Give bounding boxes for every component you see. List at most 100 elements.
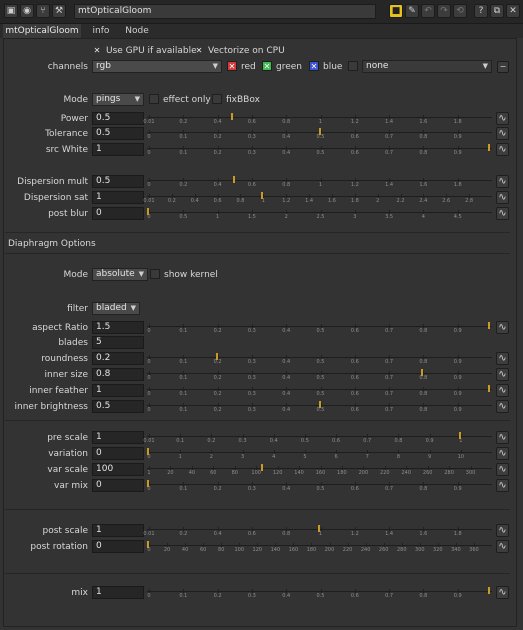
animation-curve-icon[interactable]: ∿	[496, 463, 509, 476]
dot-icon[interactable]: ◉	[20, 4, 34, 18]
inner-brightness-slider[interactable]: 0 0.1 0.2 0.3 0.4 0.5 0.6 0.7 0.8 0.9	[147, 400, 492, 413]
var-mix-input[interactable]: 0	[92, 479, 144, 492]
inner-size-slider[interactable]: 0 0.1 0.2 0.3 0.4 0.5 0.6 0.7 0.8 0.9	[147, 368, 492, 381]
post-rotation-input[interactable]: 0	[92, 540, 144, 553]
animation-curve-icon[interactable]: ∿	[496, 207, 509, 220]
green-checkbox[interactable]: ✕	[262, 61, 272, 71]
animation-curve-icon[interactable]: ∿	[496, 127, 509, 140]
slider-knob[interactable]	[147, 480, 149, 487]
tab-info[interactable]: info	[86, 24, 116, 38]
var-scale-input[interactable]: 100	[92, 463, 144, 476]
animation-curve-icon[interactable]: ∿	[496, 191, 509, 204]
mix-slider[interactable]: 0 0.1 0.2 0.3 0.4 0.5 0.6 0.7 0.8 0.9	[147, 586, 492, 599]
power-input[interactable]: 0.5	[92, 112, 144, 125]
slider-knob[interactable]	[421, 369, 424, 376]
dispersion-sat-slider[interactable]: 0.01 0.2 0.4 0.6 0.8 1 1.2 1.4 1.6 1.8 2 2.2 2.4 2.6 2…	[143, 191, 492, 204]
post-blur-slider[interactable]: 0 0.5 1 1.5 2 2.5 3 3.5 4 4.5	[147, 207, 492, 220]
dispersion-mult-slider[interactable]: 0 0.2 0.4 0.6 0.8 1 1.2 1.4 1.6 1.8	[147, 175, 492, 188]
variation-input[interactable]: 0	[92, 447, 144, 460]
src-white-input[interactable]: 1	[92, 143, 144, 156]
animation-curve-icon[interactable]: ∿	[496, 143, 509, 156]
post-rotation-slider[interactable]: 0 20 40 60 80 100 120 140 160 180 200 220 240 260 280 3…	[147, 540, 492, 553]
pre-scale-slider[interactable]: 0.01 0.1 0.2 0.3 0.4 0.5 0.6 0.7 0.8 0.9 1	[143, 431, 492, 444]
slider-knob[interactable]	[215, 353, 218, 360]
revert-icon[interactable]: ⟲	[453, 4, 467, 18]
slider-knob[interactable]	[147, 208, 149, 215]
animation-curve-icon[interactable]: ∿	[496, 447, 509, 460]
slider-knob[interactable]	[231, 113, 234, 120]
slider-knob[interactable]	[488, 587, 490, 594]
inner-brightness-input[interactable]: 0.5	[92, 400, 144, 413]
pencil-icon[interactable]: ✎	[405, 4, 419, 18]
inner-feather-slider[interactable]: 0 0.1 0.2 0.3 0.4 0.5 0.6 0.7 0.8 0.9	[147, 384, 492, 397]
blades-input[interactable]: 5	[92, 336, 144, 349]
animation-curve-icon[interactable]: ∿	[496, 479, 509, 492]
float-icon[interactable]: ⧉	[490, 4, 504, 18]
help-icon[interactable]: ?	[474, 4, 488, 18]
slider-knob[interactable]	[147, 541, 149, 548]
var-mix-slider[interactable]: 0 0.1 0.2 0.3 0.4 0.5 0.6 0.7 0.8 0.9	[147, 479, 492, 492]
mask-checkbox[interactable]	[348, 61, 358, 71]
slider-knob[interactable]	[260, 192, 263, 199]
animation-curve-icon[interactable]: ∿	[496, 524, 509, 537]
mix-input[interactable]: 1	[92, 586, 144, 599]
filter-dropdown[interactable]: bladed ▼	[92, 302, 140, 315]
tolerance-slider[interactable]: 0 0.1 0.2 0.3 0.4 0.5 0.6 0.7 0.8 0.9	[147, 127, 492, 140]
slider-knob[interactable]	[318, 128, 321, 135]
inner-feather-input[interactable]: 1	[92, 384, 144, 397]
slider-knob[interactable]	[232, 176, 235, 183]
slider-knob[interactable]	[488, 385, 490, 392]
roundness-input[interactable]: 0.2	[92, 352, 144, 365]
pre-scale-input[interactable]: 1	[92, 431, 144, 444]
slider-knob[interactable]	[317, 525, 320, 532]
power-slider[interactable]: 0.01 0.2 0.4 0.6 0.8 1 1.2 1.4 1.6 1.8	[143, 112, 492, 125]
red-checkbox[interactable]: ✕	[227, 61, 237, 71]
animation-curve-icon[interactable]: ∿	[496, 175, 509, 188]
aspect-ratio-slider[interactable]: 0 0.1 0.2 0.3 0.4 0.5 0.6 0.7 0.8 0.9	[147, 321, 492, 334]
show-kernel-checkbox[interactable]	[150, 269, 160, 279]
yellow-square-icon[interactable]: ■	[389, 4, 403, 18]
effect-only-checkbox[interactable]	[149, 94, 159, 104]
roundness-slider[interactable]: 0 0.1 0.2 0.3 0.4 0.5 0.6 0.7 0.8 0.9	[147, 352, 492, 365]
src-white-slider[interactable]: 0 0.1 0.2 0.3 0.4 0.5 0.6 0.7 0.8 0.9	[147, 143, 492, 156]
node-icon[interactable]: ▣	[4, 4, 18, 18]
dispersion-mult-input[interactable]: 0.5	[92, 175, 144, 188]
post-blur-input[interactable]: 0	[92, 207, 144, 220]
fixbbox-checkbox[interactable]	[212, 94, 222, 104]
animation-curve-icon[interactable]: ∿	[496, 352, 509, 365]
animation-curve-icon[interactable]: ∿	[496, 586, 509, 599]
slider-knob[interactable]	[488, 322, 490, 329]
wrench-icon[interactable]: ⚒	[52, 4, 66, 18]
mask-dropdown[interactable]: none ▼	[362, 60, 492, 73]
vectorize-checkbox[interactable]: ✕	[194, 46, 204, 56]
tolerance-input[interactable]: 0.5	[92, 127, 144, 140]
close-icon[interactable]: ✕	[506, 4, 520, 18]
minus-icon[interactable]: −	[497, 61, 509, 73]
post-scale-slider[interactable]: 0.01 0.2 0.4 0.6 0.8 1 1.2 1.4 1.6 1.8	[143, 524, 492, 537]
dispersion-sat-input[interactable]: 1	[92, 191, 144, 204]
post-scale-input[interactable]: 1	[92, 524, 144, 537]
use-gpu-checkbox[interactable]: ✕	[92, 46, 102, 56]
inner-size-input[interactable]: 0.8	[92, 368, 144, 381]
animation-curve-icon[interactable]: ∿	[496, 384, 509, 397]
blue-checkbox[interactable]: ✕	[309, 61, 319, 71]
fork-icon[interactable]: ⑂	[36, 4, 50, 18]
redo-icon[interactable]: ↷	[437, 4, 451, 18]
animation-curve-icon[interactable]: ∿	[496, 400, 509, 413]
slider-knob[interactable]	[318, 401, 321, 408]
animation-curve-icon[interactable]: ∿	[496, 368, 509, 381]
diaphragm-mode-dropdown[interactable]: absolute ▼	[92, 268, 148, 281]
slider-knob[interactable]	[488, 144, 490, 151]
slider-knob[interactable]	[458, 432, 461, 439]
node-name-field[interactable]: mtOpticalGloom	[74, 4, 376, 19]
channels-dropdown[interactable]: rgb ▼	[92, 60, 222, 73]
animation-curve-icon[interactable]: ∿	[496, 321, 509, 334]
slider-knob[interactable]	[147, 448, 149, 455]
animation-curve-icon[interactable]: ∿	[496, 540, 509, 553]
slider-knob[interactable]	[260, 464, 263, 471]
var-scale-slider[interactable]: 1 20 40 60 80 100 120 140 160 180 200 220 240 260 280 3…	[147, 463, 492, 476]
animation-curve-icon[interactable]: ∿	[496, 112, 509, 125]
variation-slider[interactable]: 0 1 2 3 4 5 6 7 8 9 10	[147, 447, 492, 460]
tab-node[interactable]: Node	[120, 24, 154, 38]
aspect-ratio-input[interactable]: 1.5	[92, 321, 144, 334]
